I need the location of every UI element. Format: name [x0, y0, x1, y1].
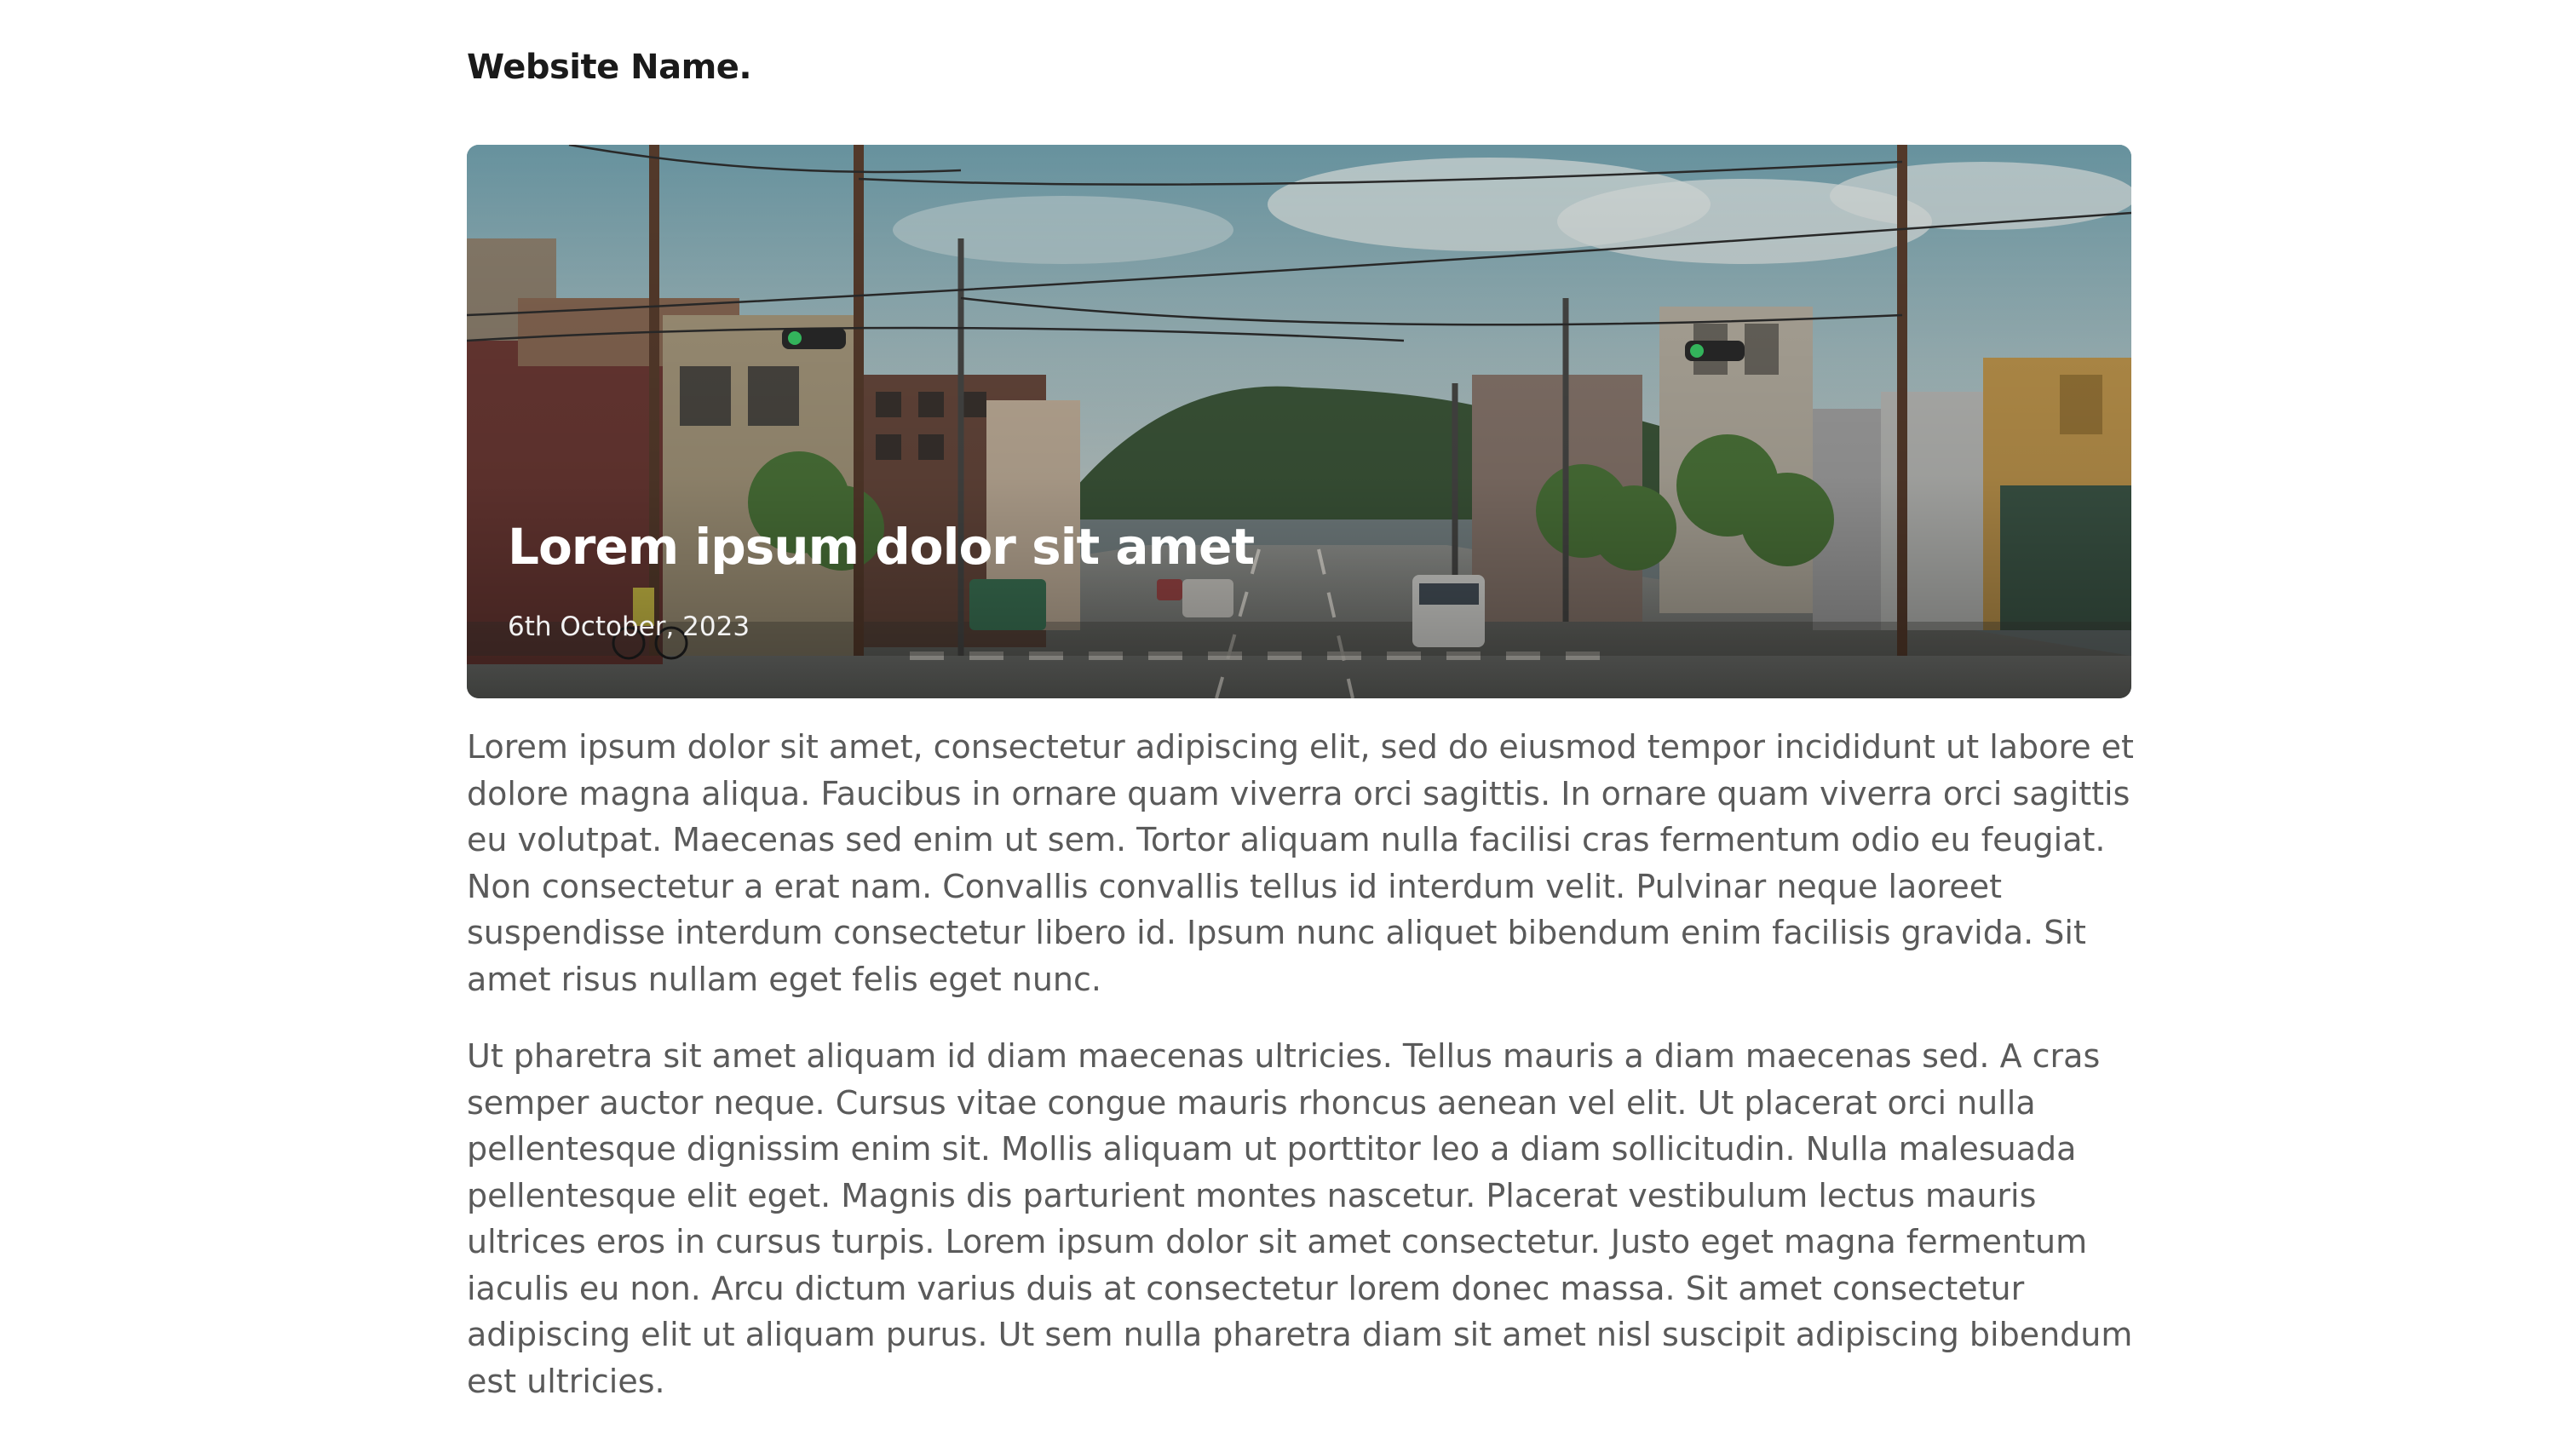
hero-card[interactable]: Lorem ipsum dolor sit amet 6th October, …	[467, 145, 2131, 698]
article-body: Lorem ipsum dolor sit amet, consectetur …	[467, 724, 2136, 1435]
hero-title[interactable]: Lorem ipsum dolor sit amet	[508, 518, 1255, 576]
article-paragraph: Ut pharetra sit amet aliquam id diam mae…	[467, 1037, 2133, 1400]
article-paragraph: Lorem ipsum dolor sit amet, consectetur …	[467, 728, 2134, 998]
hero-date: 6th October, 2023	[508, 611, 750, 642]
site-name[interactable]: Website Name.	[467, 48, 752, 87]
